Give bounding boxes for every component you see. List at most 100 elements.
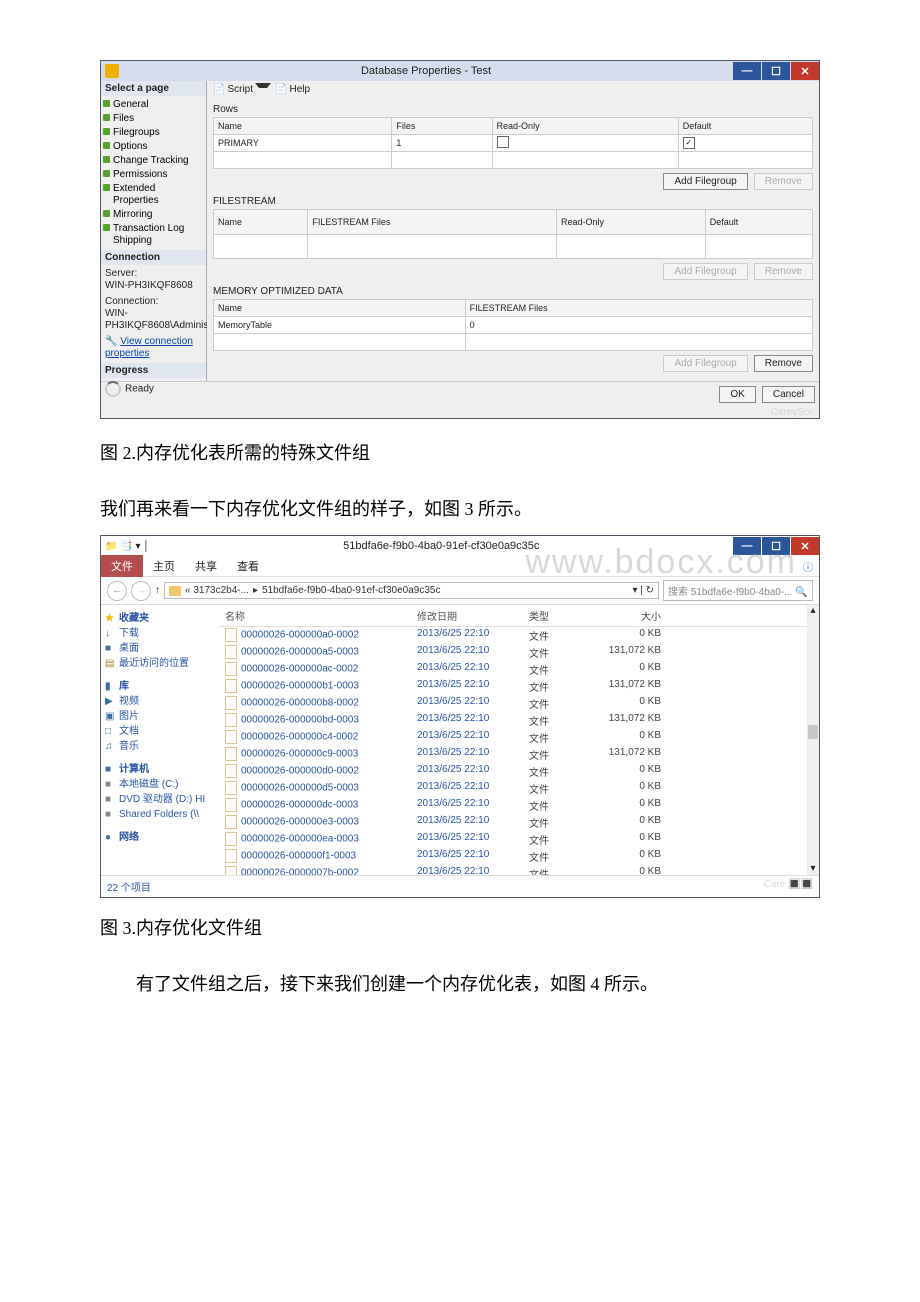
script-button[interactable]: 📄 Script	[213, 83, 271, 96]
paragraph-1: 我们再来看一下内存优化文件组的样子，如图 3 所示。	[100, 495, 820, 521]
tree-pc: 计算机	[105, 762, 215, 777]
list-item[interactable]: 00000026-000000b8-00022013/6/25 22:10文件0…	[219, 695, 819, 712]
rows-label: Rows	[213, 104, 813, 115]
explorer-window: 📁 📑 ▾ │ 51bdfa6e-f9b0-4ba0-91ef-cf30e0a9…	[100, 535, 820, 898]
page-files[interactable]: Files	[103, 112, 204, 126]
page-extended-properties[interactable]: Extended Properties	[103, 182, 204, 208]
connection-header: Connection	[101, 250, 206, 265]
server-label: Server:	[105, 268, 202, 280]
tree-sharedfolders: Shared Folders (\\	[105, 807, 215, 822]
chevron-down-icon	[255, 83, 271, 96]
page-permissions[interactable]: Permissions	[103, 168, 204, 182]
connection-value: WIN-PH3IKQF8608\Administrat	[105, 308, 202, 332]
maximise-button[interactable]: ☐	[762, 62, 790, 80]
tree-cdrive: 本地磁盘 (C:)	[105, 777, 215, 792]
select-page-header: Select a page	[101, 81, 206, 96]
folder-icon	[169, 586, 181, 596]
database-properties-window: Database Properties - Test — ☐ ✕ Select …	[100, 60, 820, 419]
page-change-tracking[interactable]: Change Tracking	[103, 154, 204, 168]
col-size: 大小	[575, 605, 667, 626]
forward-button: →	[131, 581, 151, 601]
paragraph-2: 有了文件组之后，接下来我们创建一个内存优化表，如图 4 所示。	[100, 970, 820, 996]
filestream-label: FILESTREAM	[213, 196, 813, 207]
col-date: 修改日期	[411, 605, 523, 626]
list-item[interactable]: 00000026-000000d0-00022013/6/25 22:10文件0…	[219, 763, 819, 780]
list-item[interactable]: 00000026-000000c4-00022013/6/25 22:10文件0…	[219, 729, 819, 746]
progress-header: Progress	[101, 363, 206, 378]
readonly-checkbox[interactable]	[497, 136, 509, 148]
app-icon	[105, 64, 119, 78]
list-item[interactable]: 00000026-000000d5-00032013/6/25 22:10文件0…	[219, 780, 819, 797]
col-name: 名称	[219, 605, 411, 626]
page-filegroups[interactable]: Filegroups	[103, 126, 204, 140]
tree-music: 音乐	[105, 739, 215, 754]
nav-tree[interactable]: 收藏夹 下载 桌面 最近访问的位置 库 视频 图片 文档 音乐 计算机 本地磁盘…	[101, 605, 219, 875]
list-item[interactable]: 00000026-000000e3-00032013/6/25 22:10文件0…	[219, 814, 819, 831]
list-item[interactable]: 00000026-000000a5-00032013/6/25 22:10文件1…	[219, 644, 819, 661]
window-title: Database Properties - Test	[119, 65, 733, 77]
table-row: MemoryTable 0	[214, 317, 813, 334]
up-button[interactable]: ↑	[155, 585, 160, 596]
add-filegroup-button-mem: Add Filegroup	[663, 355, 747, 372]
search-input[interactable]: 搜索 51bdfa6e-f9b0-4ba0-... 🔍	[663, 580, 813, 601]
col-type: 类型	[523, 605, 575, 626]
tree-lib: 库	[105, 679, 215, 694]
address-bar[interactable]: « 3173c2b4-...▸ 51bdfa6e-f9b0-4ba0-91ef-…	[164, 582, 659, 599]
minimise-button[interactable]: —	[733, 62, 761, 80]
remove-button-fs: Remove	[754, 263, 813, 280]
back-button[interactable]: ←	[107, 581, 127, 601]
list-item[interactable]: 00000026-000000ea-00032013/6/25 22:10文件0…	[219, 831, 819, 848]
tab-view[interactable]: 查看	[227, 555, 269, 577]
ok-button[interactable]: OK	[719, 386, 755, 403]
memory-grid[interactable]: NameFILESTREAM Files MemoryTable 0	[213, 299, 813, 351]
list-item[interactable]: 00000026-000000b1-00032013/6/25 22:10文件1…	[219, 678, 819, 695]
list-item[interactable]: 00000026-000000bd-00032013/6/25 22:10文件1…	[219, 712, 819, 729]
tree-dvd: DVD 驱动器 (D:) HI	[105, 792, 215, 807]
tree-downloads: 下载	[105, 626, 215, 641]
page-options[interactable]: Options	[103, 140, 204, 154]
status-count: 22 个项目	[107, 879, 151, 894]
progress-ready: Ready	[125, 384, 154, 395]
tree-desktop: 桌面	[105, 641, 215, 656]
tab-file[interactable]: 文件	[101, 555, 143, 577]
default-checkbox[interactable]: ✓	[683, 137, 695, 149]
list-item[interactable]: 00000026-000000dc-00032013/6/25 22:10文件0…	[219, 797, 819, 814]
tree-recent: 最近访问的位置	[105, 656, 215, 671]
cancel-button[interactable]: Cancel	[762, 386, 815, 403]
tree-doc: 文档	[105, 724, 215, 739]
page-list: General Files Filegroups Options Change …	[101, 96, 206, 250]
tree-fav: 收藏夹	[105, 611, 215, 626]
page-mirroring[interactable]: Mirroring	[103, 208, 204, 222]
server-value: WIN-PH3IKQF8608	[105, 280, 202, 292]
tab-share[interactable]: 共享	[185, 555, 227, 577]
list-item[interactable]: 00000026-000000a0-00022013/6/25 22:10文件0…	[219, 627, 819, 644]
remove-button-rows: Remove	[754, 173, 813, 190]
tree-video: 视频	[105, 694, 215, 709]
scrollbar[interactable]: ▴ ▾	[807, 605, 819, 875]
figure2-caption: 图 2.内存优化表所需的特殊文件组	[100, 439, 820, 465]
filestream-grid[interactable]: NameFILESTREAM FilesRead-OnlyDefault	[213, 209, 813, 259]
figure3-caption: 图 3.内存优化文件组	[100, 914, 820, 940]
file-list[interactable]: 名称 修改日期 类型 大小 00000026-000000a0-00022013…	[219, 605, 819, 875]
list-item[interactable]: 00000026-000000c9-00032013/6/25 22:10文件1…	[219, 746, 819, 763]
page-log-shipping[interactable]: Transaction Log Shipping	[103, 222, 204, 248]
connection-label: Connection:	[105, 296, 202, 308]
watermark-small-2: Care 🔳🔳	[764, 879, 813, 894]
view-connection-link[interactable]: View connection properties	[105, 336, 193, 359]
tree-pic: 图片	[105, 709, 215, 724]
scroll-thumb[interactable]	[808, 725, 818, 739]
list-item[interactable]: 00000026-000000ac-00022013/6/25 22:10文件0…	[219, 661, 819, 678]
close-button[interactable]: ✕	[791, 62, 819, 80]
watermark: www.bdocx.com	[525, 543, 797, 582]
add-filegroup-button-fs: Add Filegroup	[663, 263, 747, 280]
tree-network: 网络	[105, 830, 215, 845]
rows-grid[interactable]: NameFilesRead-OnlyDefault PRIMARY 1 ✓	[213, 117, 813, 169]
tab-home[interactable]: 主页	[143, 555, 185, 577]
list-item[interactable]: 00000026-000000f1-00032013/6/25 22:10文件0…	[219, 848, 819, 865]
help-button[interactable]: 📄 Help	[275, 84, 310, 95]
watermark-small: CareySon	[101, 407, 819, 418]
page-general[interactable]: General	[103, 98, 204, 112]
remove-button-mem[interactable]: Remove	[754, 355, 813, 372]
add-filegroup-button-rows[interactable]: Add Filegroup	[663, 173, 747, 190]
list-item[interactable]: 00000026-0000007b-00022013/6/25 22:10文件0…	[219, 865, 819, 875]
